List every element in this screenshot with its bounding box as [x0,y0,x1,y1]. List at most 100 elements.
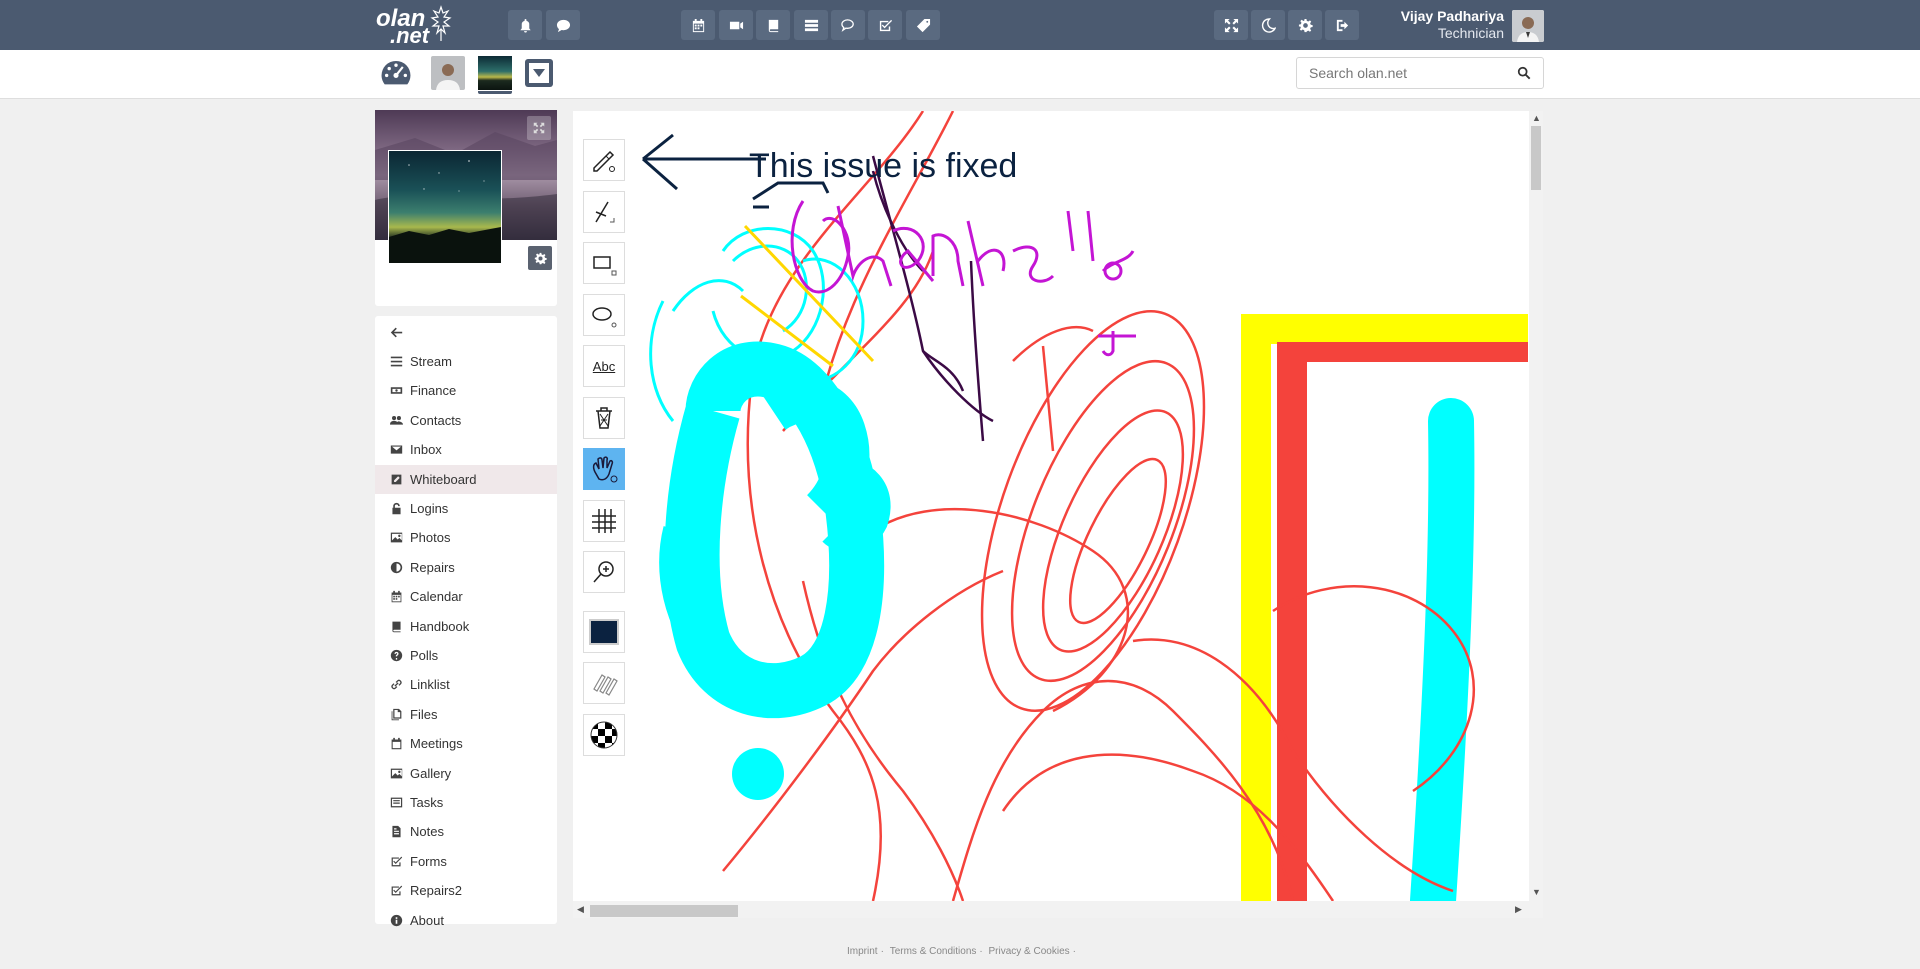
pan-tool[interactable] [583,448,625,490]
sidebar-item-about[interactable]: About [375,906,557,935]
calendar-empty-icon [391,738,401,750]
scroll-up-arrow[interactable]: ▲ [1532,113,1541,123]
bell-icon [519,18,531,33]
scroll-down-arrow[interactable]: ▼ [1532,887,1541,897]
image-icon [389,531,403,545]
user-avatar[interactable] [1512,10,1544,42]
sidebar-item-finance[interactable]: Finance [375,376,557,405]
scroll-left-arrow[interactable]: ◀ [577,904,584,915]
purple-strokes [871,155,994,442]
rectangle-icon [593,256,617,276]
sidebar-item-photos[interactable]: Photos [375,523,557,552]
logout-button[interactable] [1325,10,1359,40]
sidebar-item-tasks[interactable]: Tasks [375,788,557,817]
list-icon [804,19,818,31]
tasks-button[interactable] [868,10,902,40]
sidebar-item-linklist[interactable]: Linklist [375,670,557,699]
text-tool[interactable]: Abc [583,345,625,387]
cyan-dot [732,748,784,800]
fullscreen-button[interactable] [1214,10,1248,40]
sidebar-item-repairs2[interactable]: Repairs2 [375,876,557,905]
horizontal-scroll-thumb[interactable] [590,905,738,917]
pencil-tool[interactable] [583,139,625,181]
grid-tool[interactable] [583,500,625,542]
whiteboard-text[interactable]: This issue is fixed [749,147,1017,185]
dark-mode-button[interactable] [1251,10,1285,40]
olan-logo[interactable]: olan .net [376,3,456,48]
sidebar-item-files[interactable]: Files [375,700,557,729]
calendar-button[interactable] [681,10,715,40]
profile-shortcut[interactable] [431,56,465,90]
video-button[interactable] [719,10,753,40]
landscape-thumbnail [478,55,512,90]
color-swatch[interactable] [583,611,625,653]
back-button[interactable] [375,318,557,347]
notifications-button[interactable] [508,10,542,40]
expand-cover-button[interactable] [527,116,551,140]
terms-link[interactable]: Terms & Conditions [890,946,977,957]
profile-card [375,110,557,306]
line-tool[interactable] [583,191,625,233]
scroll-right-arrow[interactable]: ▶ [1515,904,1522,915]
dashboard-button[interactable] [379,55,413,89]
sidebar-item-label: Inbox [410,442,442,458]
envelope-icon [390,445,402,454]
search-icon[interactable] [1517,66,1531,80]
caret-square-down-icon [525,59,553,87]
sidebar-item-notes[interactable]: Notes [375,817,557,846]
settings-button[interactable] [1288,10,1322,40]
sidebar-item-label: Calendar [410,589,463,605]
bars-icon [390,356,402,367]
sidebar-item-stream[interactable]: Stream [375,347,557,376]
check-square-icon [879,19,892,31]
whiteboard-canvas[interactable]: This issue is fixed [573,111,1543,918]
check-square-icon [391,885,402,896]
rectangle-tool[interactable] [583,242,625,284]
user-role: Technician [1437,25,1504,41]
vertical-scroll-thumb[interactable] [1531,126,1541,190]
sidebar-item-polls[interactable]: Polls [375,641,557,670]
sidebar-item-meetings[interactable]: Meetings [375,729,557,758]
top-navbar: olan .net Vijay Padhariya Technician [0,0,1920,50]
copy-icon [389,707,403,721]
book-button[interactable] [756,10,790,40]
privacy-link[interactable]: Privacy & Cookies [989,946,1070,957]
book-icon [768,19,778,32]
unlock-icon [389,502,403,516]
trash-icon [596,407,612,429]
sidebar-item-logins[interactable]: Logins [375,494,557,523]
sidebar-item-handbook[interactable]: Handbook [375,612,557,641]
gear-icon [1298,18,1313,32]
sidebar-item-contacts[interactable]: Contacts [375,406,557,435]
red-stroke [1277,342,1307,901]
sidebar-item-calendar[interactable]: Calendar [375,582,557,611]
dropdown-toggle[interactable] [522,56,556,90]
tasks-icon [389,796,403,810]
tags-button[interactable] [906,10,940,40]
sidebar-item-repairs[interactable]: Repairs [375,553,557,582]
expand-icon [1224,18,1238,32]
calendar-icon [389,590,403,604]
list-button[interactable] [794,10,828,40]
whiteboard-shortcut[interactable] [478,54,512,94]
sidebar-item-forms[interactable]: Forms [375,847,557,876]
brush-size-tool[interactable] [583,662,625,704]
sidebar-item-gallery[interactable]: Gallery [375,759,557,788]
profile-settings-button[interactable] [528,246,552,270]
vertical-scrollbar[interactable] [1529,111,1543,901]
sidebar-item-inbox[interactable]: Inbox [375,435,557,464]
search-input[interactable] [1297,58,1507,88]
calendar-icon [391,591,401,603]
imprint-link[interactable]: Imprint [847,946,878,957]
comments-button[interactable] [831,10,865,40]
profile-image[interactable] [388,150,502,264]
chat-button[interactable] [546,10,580,40]
user-info[interactable]: Vijay Padhariya Technician [1380,8,1504,42]
current-color [589,619,619,645]
zoom-tool[interactable] [583,551,625,593]
trash-tool[interactable] [583,397,625,439]
transparency-tool[interactable] [583,714,625,756]
sidebar-item-label: Repairs [410,559,455,575]
sidebar-item-whiteboard[interactable]: Whiteboard [375,464,557,494]
ellipse-tool[interactable] [583,294,625,336]
